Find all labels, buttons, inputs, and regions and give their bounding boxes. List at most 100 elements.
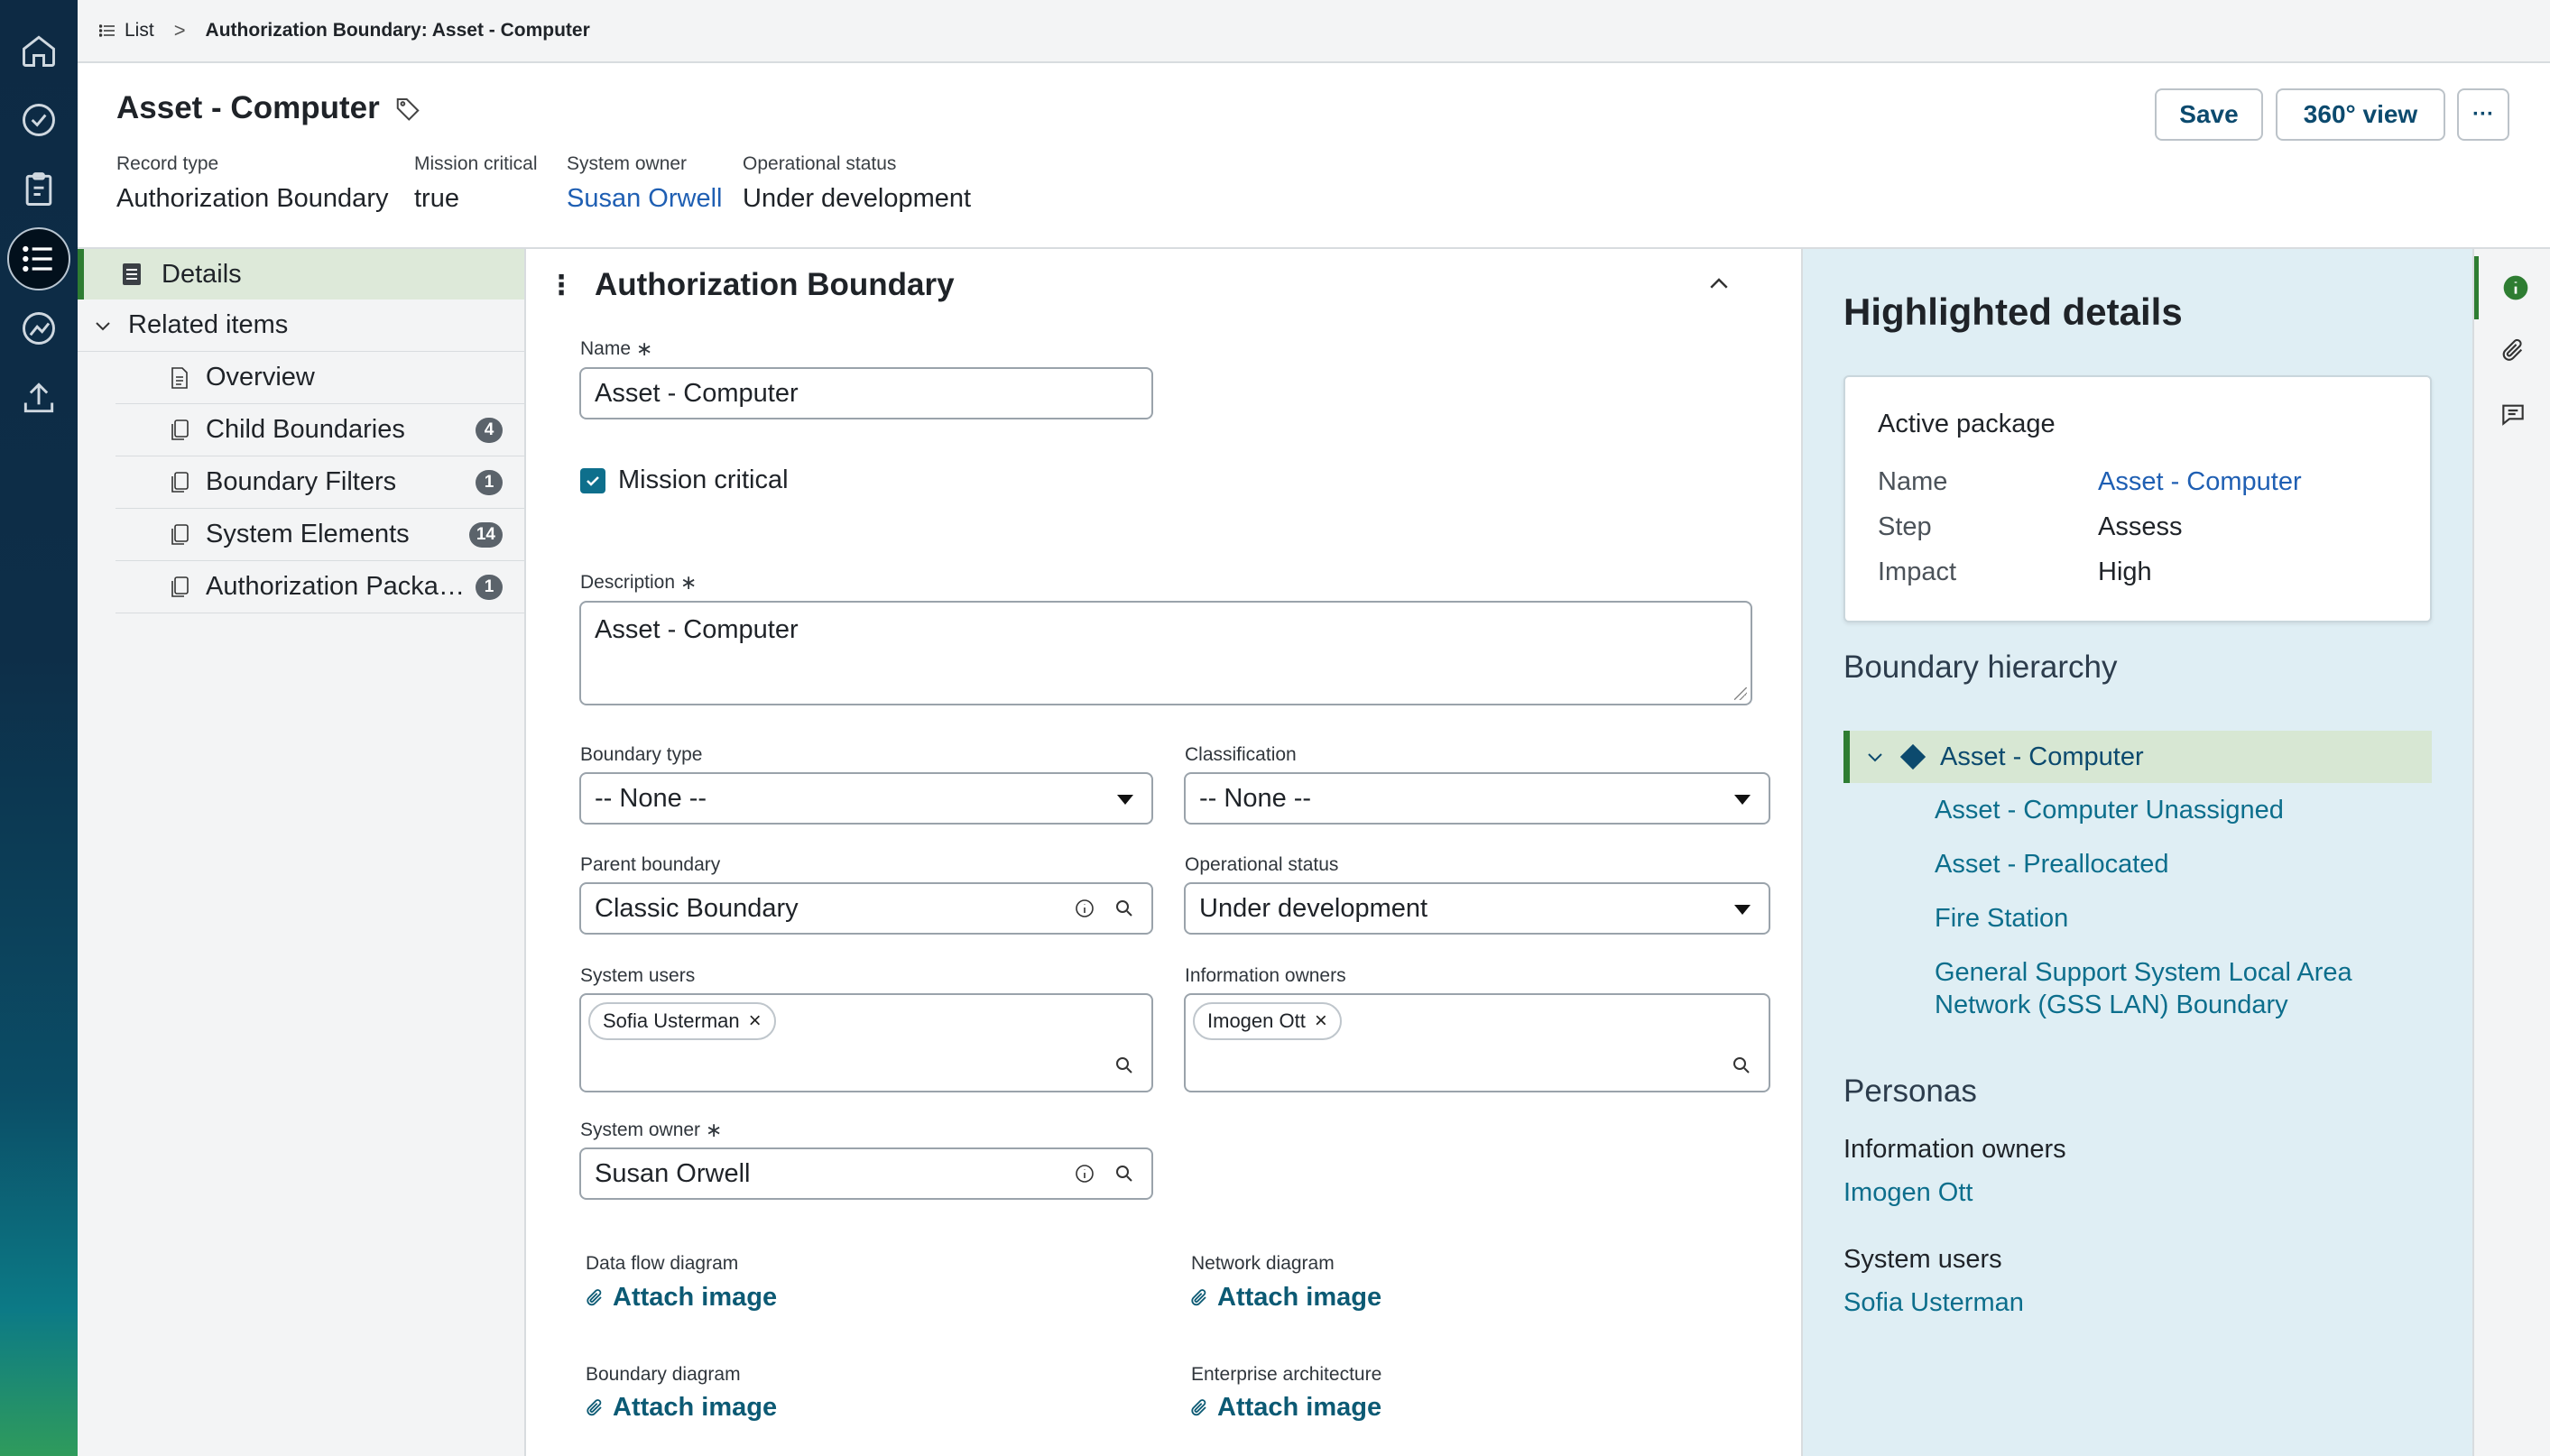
count-badge: 14 [468,521,503,548]
required-icon: ∗ [636,337,653,360]
list-icon [23,245,52,272]
parent-boundary-value: Classic Boundary [595,893,799,923]
hierarchy-item-link[interactable]: General Support System Local Area Networ… [1935,956,2404,1021]
description-value: Asset - Computer [595,615,799,644]
attach-boundary-diagram-button[interactable]: Attach image [584,1393,777,1423]
resize-grip-icon[interactable] [1734,687,1747,700]
copy-document-icon [171,576,189,597]
search-icon[interactable] [1731,1055,1752,1076]
view-360-button[interactable]: 360° view [2276,88,2445,141]
required-icon: ∗ [680,571,698,594]
checkbox-checked-icon[interactable] [580,467,605,493]
analytics-button[interactable] [7,297,70,360]
comments-button[interactable] [2474,382,2550,446]
nav-item-child-boundaries[interactable]: Child Boundaries 4 [115,404,524,456]
data-flow-label: Data flow diagram [586,1253,739,1274]
record-title-text: Asset - Computer [116,90,380,125]
close-icon[interactable]: × [749,1009,762,1034]
search-icon[interactable] [1113,1055,1135,1076]
count-badge: 1 [476,574,503,600]
tag-icon[interactable] [394,95,421,122]
row-key: Impact [1878,558,1957,586]
meta-value: Under development [743,184,972,213]
boundary-type-select[interactable]: -- None -- [579,772,1153,825]
meta-label: System owner [567,153,688,174]
boundary-diagram-label: Boundary diagram [586,1364,741,1385]
attach-label: Attach image [613,1393,778,1422]
utility-rail [2472,249,2550,1456]
paperclip-icon [587,1398,602,1415]
search-icon[interactable] [1113,1163,1135,1184]
home-button[interactable] [7,19,70,82]
active-package-link[interactable]: Asset - Computer [2098,467,2302,497]
active-package-card: Active package Name Asset - Computer Ste… [1843,375,2432,622]
nav-item-overview[interactable]: Overview [115,352,524,404]
close-icon[interactable]: × [1315,1009,1327,1034]
meta-record-type: Record type Authorization Boundary [116,153,388,214]
section-title: Authorization Boundary [595,267,955,302]
attach-data-flow-button[interactable]: Attach image [584,1283,777,1313]
breadcrumb-separator: > [173,19,186,41]
app-rail [0,0,78,1456]
parent-boundary-field[interactable]: Classic Boundary [579,882,1153,935]
operational-status-select[interactable]: Under development [1184,882,1770,935]
nav-item-authorization-packages[interactable]: Authorization Packag... 1 [115,561,524,613]
chevron-up-icon[interactable] [1705,271,1732,298]
system-owner-value: Susan Orwell [595,1158,751,1188]
meta-operational-status: Operational status Under development [743,153,971,214]
hierarchy-item-active[interactable]: Asset - Computer [1843,731,2432,783]
system-users-field[interactable]: Sofia Usterman × [579,993,1153,1092]
mission-critical-checkbox[interactable]: Mission critical [580,465,789,495]
chevron-down-icon[interactable] [1864,746,1886,768]
attach-network-button[interactable]: Attach image [1188,1283,1381,1313]
highlighted-details-panel: Highlighted details Active package Name … [1803,249,2472,1456]
upload-button[interactable] [7,366,70,429]
more-actions-button[interactable]: ··· [2457,88,2509,141]
classification-value: -- None -- [1199,783,1312,813]
boundary-type-label: Boundary type [580,744,703,765]
information-owner-link[interactable]: Imogen Ott [1843,1178,1973,1208]
nav-details[interactable]: Details [78,249,524,299]
meta-value: Authorization Boundary [116,184,389,213]
copy-document-icon [171,471,189,493]
chip-label: Sofia Usterman [603,1009,740,1032]
paperclip-icon [587,1288,602,1305]
information-owners-heading: Information owners [1843,1135,2066,1164]
details-info-button[interactable] [2474,256,2550,319]
card-row-impact: Impact High [1878,558,2152,587]
nav-item-system-elements[interactable]: System Elements 14 [115,509,524,561]
search-icon[interactable] [1113,898,1135,919]
information-owners-field[interactable]: Imogen Ott × [1184,993,1770,1092]
list-button[interactable] [7,227,70,290]
attach-enterprise-architecture-button[interactable]: Attach image [1188,1393,1381,1423]
check-circle-icon [23,104,55,136]
nav-item-label: Boundary Filters [206,467,397,496]
nav-item-boundary-filters[interactable]: Boundary Filters 1 [115,456,524,509]
tasks-button[interactable] [7,88,70,152]
breadcrumb-list-link[interactable]: List [99,20,154,41]
system-owner-link[interactable]: Susan Orwell [567,184,722,214]
attachments-button[interactable] [2474,319,2550,382]
hierarchy-item-link[interactable]: Asset - Preallocated [1935,848,2404,880]
dropdown-caret-icon [1734,795,1751,805]
info-icon[interactable] [1074,1163,1095,1184]
meta-label: Operational status [743,153,897,174]
save-button[interactable]: Save [2155,88,2263,141]
section-menu-icon[interactable]: ⋮ [548,270,575,301]
paperclip-icon [1191,1398,1206,1415]
system-owner-field[interactable]: Susan Orwell [579,1147,1153,1200]
name-field[interactable]: Asset - Computer [579,367,1153,419]
personas-title: Personas [1843,1074,1977,1109]
hierarchy-item-link[interactable]: Fire Station [1935,902,2404,935]
info-icon[interactable] [1074,898,1095,919]
hierarchy-item-link[interactable]: Asset - Computer Unassigned [1935,794,2404,826]
clipboard-button[interactable] [7,158,70,221]
nav-item-label: Overview [206,363,315,392]
breadcrumb-current: Authorization Boundary: Asset - Computer [205,20,590,41]
system-user-link[interactable]: Sofia Usterman [1843,1288,2024,1318]
parent-boundary-label: Parent boundary [580,854,721,875]
dropdown-caret-icon [1117,795,1133,805]
nav-related-items[interactable]: Related items [78,299,524,352]
description-textarea[interactable]: Asset - Computer [579,601,1752,705]
classification-select[interactable]: -- None -- [1184,772,1770,825]
